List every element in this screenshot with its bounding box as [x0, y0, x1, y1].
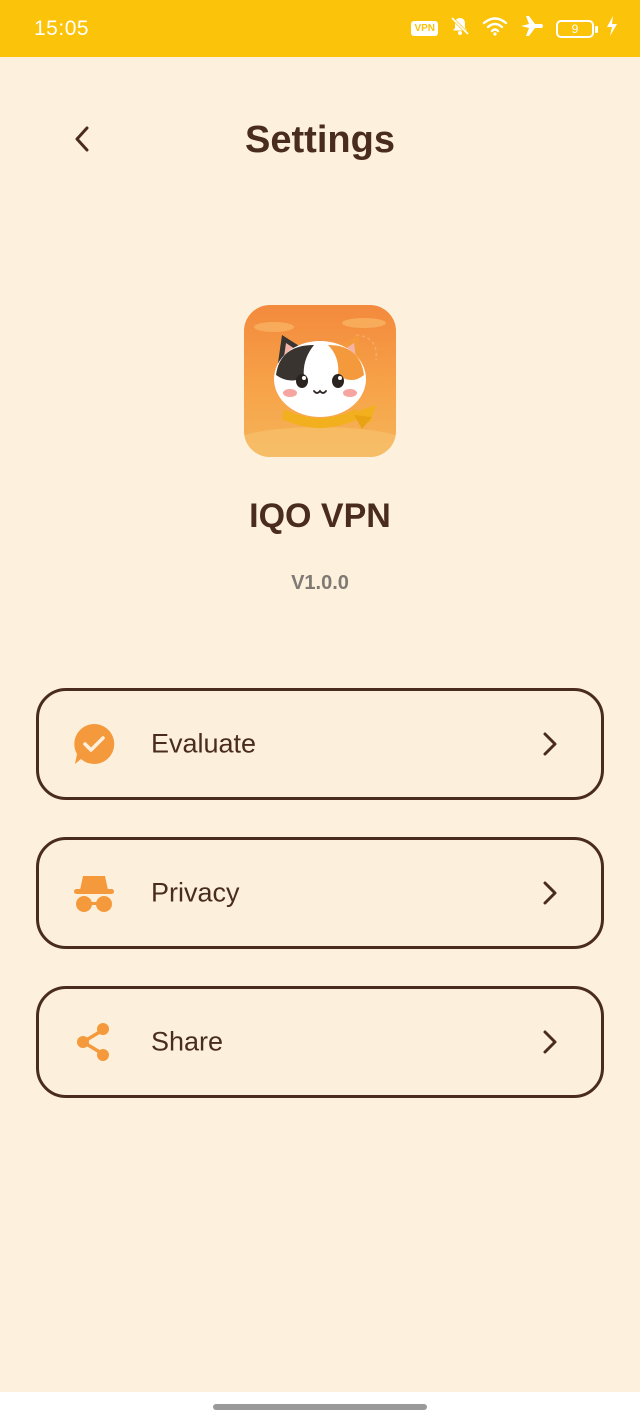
home-indicator[interactable]: [213, 1404, 427, 1410]
status-icons: VPN 9: [411, 15, 618, 42]
menu-item-evaluate[interactable]: Evaluate: [36, 688, 604, 800]
incognito-icon: [71, 870, 117, 916]
menu-item-share[interactable]: Share: [36, 986, 604, 1098]
charging-icon: [606, 16, 618, 41]
menu-item-label: Share: [151, 1026, 224, 1057]
share-icon: [71, 1019, 117, 1065]
airplane-icon: [520, 15, 544, 42]
settings-page: Settings IQO VPN V1.0.0 Evaluate Privacy…: [0, 57, 640, 1392]
wifi-icon: [482, 16, 508, 41]
chevron-right-icon: [543, 1030, 557, 1054]
navigation-bar: [0, 1392, 640, 1422]
app-version: V1.0.0: [291, 572, 349, 594]
menu-item-privacy[interactable]: Privacy: [36, 837, 604, 949]
vpn-badge: VPN: [411, 21, 438, 36]
chevron-right-icon: [543, 732, 557, 756]
rating-chat-icon: [71, 721, 117, 767]
battery-icon: 9: [556, 19, 598, 38]
menu-item-label: Evaluate: [151, 728, 257, 759]
app-name: IQO VPN: [249, 497, 391, 535]
cat-logo: [244, 305, 396, 457]
page-title: Settings: [245, 119, 395, 161]
status-bar: 15:05 VPN 9: [0, 0, 640, 57]
bell-muted-icon: [450, 16, 470, 41]
chevron-right-icon: [543, 881, 557, 905]
status-time: 15:05: [34, 16, 90, 40]
menu-item-label: Privacy: [151, 877, 240, 908]
